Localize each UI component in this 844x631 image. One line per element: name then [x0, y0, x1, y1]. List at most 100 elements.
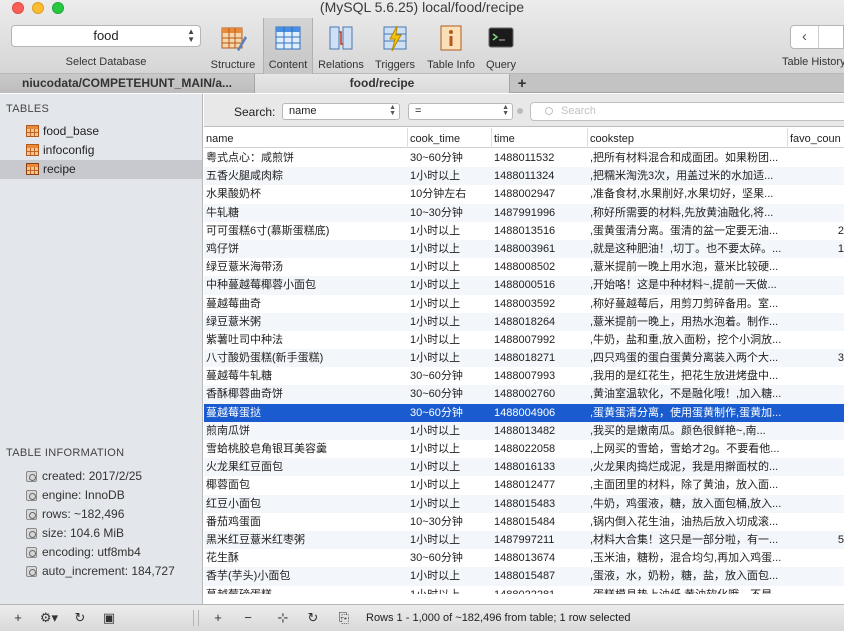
cell-cook-time[interactable]: 1小时以上	[408, 476, 492, 494]
table-row[interactable]: 蔓越莓牛轧糖 30~60分钟 1488007993 ,我用的是红花生，把花生放进烤盘中…	[204, 367, 844, 385]
cell-favo-count[interactable]	[788, 513, 844, 531]
cell-cookstep[interactable]: ,蛋糕模具垫上油纸,黄油软化哦，不是...	[588, 586, 788, 595]
cell-time[interactable]: 1488003961	[492, 240, 588, 258]
cell-favo-count[interactable]	[788, 440, 844, 458]
cell-cook-time[interactable]: 1小时以上	[408, 458, 492, 476]
cell-cookstep[interactable]: ,薏米提前一晚上，用热水泡着。制作...	[588, 313, 788, 331]
cell-time[interactable]: 1488022281	[492, 586, 588, 595]
tab-competehunt[interactable]: niucodata/COMPETEHUNT_MAIN/a...	[0, 74, 255, 93]
table-row[interactable]: 可可蛋糕6寸(慕斯蛋糕底) 1小时以上 1488013516 ,蛋黄蛋清分离。蛋清的盆…	[204, 222, 844, 240]
table-row[interactable]: 绿豆薏米海带汤 1小时以上 1488008502 ,薏米提前一晚上用水泡，薏米比较硬.…	[204, 258, 844, 276]
cell-time[interactable]: 1488013482	[492, 422, 588, 440]
cell-cookstep[interactable]: ,称好所需要的材料,先放黄油融化,将...	[588, 204, 788, 222]
add-row-button[interactable]: +	[208, 609, 228, 627]
cell-time[interactable]: 1488016133	[492, 458, 588, 476]
cell-cookstep[interactable]: ,称好蔓越莓后，用剪刀剪碎备用。室...	[588, 295, 788, 313]
cell-time[interactable]: 1488011324	[492, 167, 588, 185]
cell-favo-count[interactable]	[788, 422, 844, 440]
cell-time[interactable]: 1488003592	[492, 295, 588, 313]
table-row[interactable]: 香酥椰蓉曲奇饼 30~60分钟 1488002760 ,黄油室温软化，不是融化哦！,加…	[204, 385, 844, 404]
table-row[interactable]: 牛轧糖 10~30分钟 1487991996 ,称好所需要的材料,先放黄油融化,将..…	[204, 203, 844, 222]
export-icon[interactable]: ⎘	[334, 609, 354, 627]
cell-name[interactable]: 鸡仔饼	[204, 240, 408, 258]
database-select[interactable]: food ▲ ▼	[11, 25, 201, 47]
cell-name[interactable]: 花生酥	[204, 549, 408, 567]
cell-cookstep[interactable]: ,蛋黄蛋清分离。蛋清的盆一定要无油...	[588, 222, 788, 240]
cell-favo-count[interactable]: 1	[788, 240, 844, 258]
cell-favo-count[interactable]	[788, 276, 844, 294]
cell-cook-time[interactable]: 10~30分钟	[408, 513, 492, 531]
cell-cookstep[interactable]: ,开始咯！这是中种材料~,提前一天做...	[588, 276, 788, 294]
cell-cook-time[interactable]: 1小时以上	[408, 167, 492, 185]
column-header-cookstep[interactable]: cookstep	[588, 128, 788, 148]
tab-food-recipe[interactable]: food/recipe	[255, 74, 510, 93]
cell-name[interactable]: 八寸酸奶蛋糕(新手蛋糕)	[204, 349, 408, 367]
add-table-button[interactable]: +	[8, 609, 28, 627]
table-row[interactable]: 紫薯吐司中种法 1小时以上 1488007992 ,牛奶，盐和重,放入面粉，挖个小洞放…	[204, 331, 844, 349]
cell-name[interactable]: 黑米红豆薏米红枣粥	[204, 531, 408, 549]
table-row[interactable]: 椰蓉面包 1小时以上 1488012477 ,主面团里的材料，除了黄油，放入面...	[204, 476, 844, 494]
cell-name[interactable]: 火龙果红豆面包	[204, 458, 408, 476]
cell-time[interactable]: 1488008502	[492, 258, 588, 276]
cell-cook-time[interactable]: 1小时以上	[408, 258, 492, 276]
cell-cookstep[interactable]: ,我买的是嫩南瓜。颜色很鲜艳~,南...	[588, 422, 788, 440]
cell-time[interactable]: 1487997211	[492, 531, 588, 549]
cell-cookstep[interactable]: ,牛奶，鸡蛋液，糖，放入面包桶,放入...	[588, 495, 788, 513]
cell-favo-count[interactable]	[788, 549, 844, 567]
cell-cookstep[interactable]: ,牛奶，盐和重,放入面粉，挖个小洞放...	[588, 331, 788, 349]
cell-name[interactable]: 香芋(芋头)小面包	[204, 567, 408, 585]
cell-favo-count[interactable]: 3	[788, 349, 844, 367]
table-row[interactable]: 中种蔓越莓椰蓉小面包 1小时以上 1488000516 ,开始咯！这是中种材料~,提前…	[204, 276, 844, 295]
cell-cook-time[interactable]: 1小时以上	[408, 495, 492, 513]
cell-name[interactable]: 水果酸奶杯	[204, 185, 408, 203]
table-row[interactable]: 黑米红豆薏米红枣粥 1小时以上 1487997211 ,材料大合集！这只是一部分啦，有…	[204, 530, 844, 550]
cell-cook-time[interactable]: 1小时以上	[408, 586, 492, 595]
cell-favo-count[interactable]	[788, 185, 844, 203]
cell-time[interactable]: 1488004906	[492, 404, 588, 422]
cell-time[interactable]: 1487991996	[492, 204, 588, 222]
search-input[interactable]: Search	[530, 102, 844, 121]
cell-name[interactable]: 绿豆薏米粥	[204, 313, 408, 331]
cell-cook-time[interactable]: 1小时以上	[408, 531, 492, 549]
cell-time[interactable]: 1488013516	[492, 222, 588, 240]
cell-name[interactable]: 可可蛋糕6寸(慕斯蛋糕底)	[204, 222, 408, 240]
cell-cook-time[interactable]: 30~60分钟	[408, 149, 492, 167]
cell-name[interactable]: 粤式点心：咸煎饼	[204, 149, 408, 167]
cell-name[interactable]: 蔓越莓曲奇	[204, 295, 408, 313]
table-row[interactable]: 水果酸奶杯 10分钟左右 1488002947 ,准备食材,水果削好,水果切好，坚果.…	[204, 185, 844, 203]
relations-button[interactable]: Relations	[314, 18, 368, 74]
cell-cookstep[interactable]: ,玉米油，糖粉，混合均匀,再加入鸡蛋...	[588, 549, 788, 567]
cell-cook-time[interactable]: 1小时以上	[408, 440, 492, 458]
column-header-time[interactable]: time	[492, 128, 588, 148]
refresh-content-button[interactable]: ↻	[303, 609, 323, 627]
cell-cookstep[interactable]: ,准备食材,水果削好,水果切好，坚果...	[588, 185, 788, 203]
cell-favo-count[interactable]	[788, 458, 844, 476]
query-button[interactable]: Query	[481, 18, 521, 74]
cell-cook-time[interactable]: 10分钟左右	[408, 185, 492, 203]
cell-time[interactable]: 1488000516	[492, 276, 588, 294]
cell-cook-time[interactable]: 30~60分钟	[408, 367, 492, 385]
cell-name[interactable]: 香酥椰蓉曲奇饼	[204, 385, 408, 403]
cell-cookstep[interactable]: ,把所有材料混合和成面团。如果粉团...	[588, 149, 788, 167]
cell-favo-count[interactable]	[788, 204, 844, 222]
triggers-button[interactable]: Triggers	[370, 18, 420, 74]
cell-name[interactable]: 五香火腿咸肉粽	[204, 167, 408, 185]
content-button[interactable]: Content	[263, 18, 313, 74]
cell-name[interactable]: 牛轧糖	[204, 204, 408, 222]
table-row[interactable]: 番茄鸡蛋面 10~30分钟 1488015484 ,锅内倒入花生油，油热后放入切成滚.…	[204, 513, 844, 531]
duplicate-row-button[interactable]: ⊹	[272, 609, 294, 627]
table-row[interactable]: 绿豆薏米粥 1小时以上 1488018264 ,薏米提前一晚上，用热水泡着。制作...	[204, 312, 844, 331]
table-row[interactable]: 红豆小面包 1小时以上 1488015483 ,牛奶，鸡蛋液，糖，放入面包桶,放入..…	[204, 494, 844, 513]
cell-cookstep[interactable]: ,黄油室温软化，不是融化哦！,加入糖...	[588, 385, 788, 403]
cell-cookstep[interactable]: ,上网买的雪蛤，雪蛤才2g。不要看他...	[588, 440, 788, 458]
table-row[interactable]: 香芋(芋头)小面包 1小时以上 1488015487 ,蛋液，水，奶粉，糖，盐，放入面…	[204, 567, 844, 586]
cell-favo-count[interactable]	[788, 167, 844, 185]
gear-icon[interactable]: ⚙▾	[36, 609, 62, 627]
cell-cook-time[interactable]: 1小时以上	[408, 422, 492, 440]
cell-cook-time[interactable]: 1小时以上	[408, 240, 492, 258]
cell-cookstep[interactable]: ,火龙果肉捣烂成泥，我是用擀面杖的...	[588, 458, 788, 476]
table-row[interactable]: 火龙果红豆面包 1小时以上 1488016133 ,火龙果肉捣烂成泥，我是用擀面杖的.…	[204, 458, 844, 477]
cell-name[interactable]: 番茄鸡蛋面	[204, 513, 408, 531]
table-row[interactable]: 粤式点心：咸煎饼 30~60分钟 1488011532 ,把所有材料混合和成面团。如果…	[204, 149, 844, 167]
cell-name[interactable]: 蔓越莓磅蛋糕	[204, 586, 408, 595]
